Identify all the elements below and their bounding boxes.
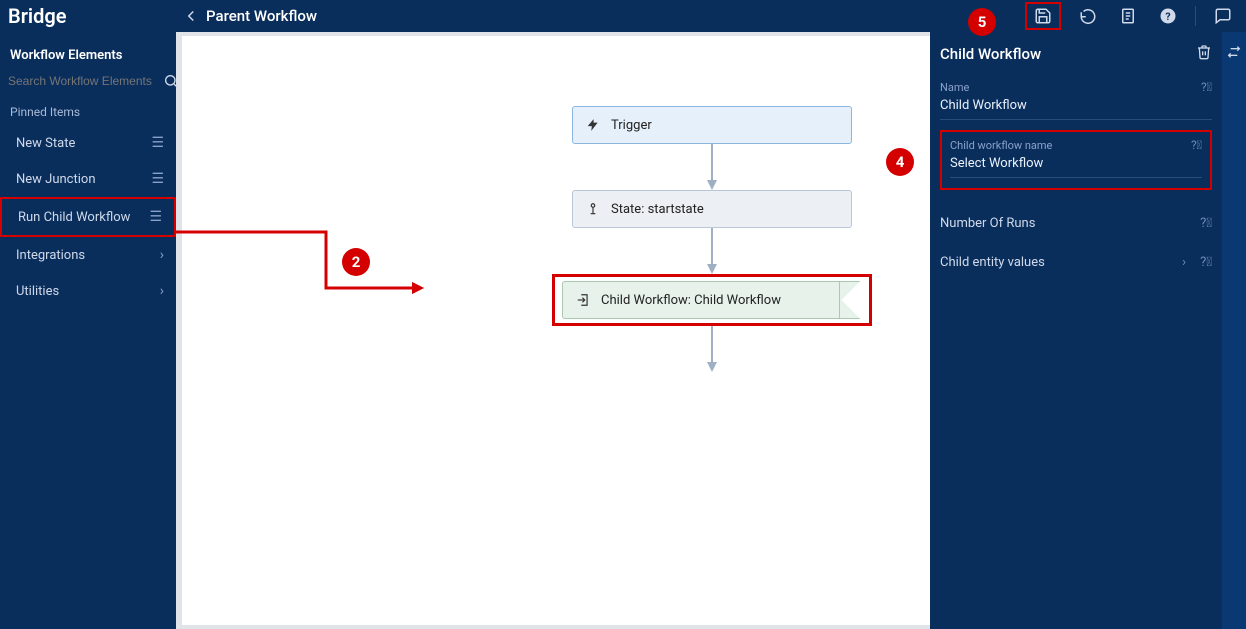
help-icon: ? xyxy=(1159,7,1177,25)
field-number-of-runs[interactable]: Number Of Runs ?⃝ xyxy=(940,204,1212,243)
comment-icon xyxy=(1214,7,1232,25)
divider xyxy=(1195,6,1196,26)
swap-icon xyxy=(1226,44,1242,60)
pinned-heading: Pinned Items xyxy=(0,99,176,125)
chevron-right-icon: › xyxy=(160,247,164,263)
sidebar-item-label: New Junction xyxy=(16,172,96,187)
svg-text:?: ? xyxy=(1165,10,1170,23)
search-icon[interactable] xyxy=(163,73,179,89)
field-child-entity-values[interactable]: Child entity values › ?⃝ xyxy=(940,243,1212,282)
help-icon[interactable]: ?⃝ xyxy=(1200,216,1212,231)
right-panel: Child Workflow Name ?⃝ Child Workflow Ch… xyxy=(930,32,1222,629)
arrow-left-icon xyxy=(182,7,200,25)
page-title: Parent Workflow xyxy=(206,7,317,25)
save-button[interactable] xyxy=(1025,2,1061,30)
drag-icon: ☰ xyxy=(151,135,164,151)
help-icon[interactable]: ?⃝ xyxy=(1201,80,1212,94)
delete-button[interactable] xyxy=(1196,44,1212,64)
help-icon[interactable]: ?⃝ xyxy=(1191,138,1202,152)
document-icon xyxy=(1119,7,1137,25)
enter-icon xyxy=(575,292,591,308)
sidebar-item-label: Run Child Workflow xyxy=(18,210,130,225)
panel-title: Child Workflow xyxy=(940,45,1041,63)
connector xyxy=(552,326,872,372)
right-strip[interactable] xyxy=(1222,32,1246,629)
drag-icon: ☰ xyxy=(151,171,164,187)
sidebar-item-new-state[interactable]: New State ☰ xyxy=(0,125,176,161)
child-workflow-select[interactable]: Select Workflow xyxy=(950,152,1202,178)
undo-button[interactable] xyxy=(1075,3,1101,29)
node-label: State: startstate xyxy=(611,202,704,217)
name-input[interactable]: Child Workflow xyxy=(940,94,1212,120)
help-icon[interactable]: ?⃝ xyxy=(1200,255,1212,270)
left-sidebar: Workflow Elements Pinned Items New State… xyxy=(0,32,176,629)
annotation-highlight-node: Child Workflow: Child Workflow xyxy=(552,274,872,326)
node-child-workflow[interactable]: Child Workflow: Child Workflow xyxy=(562,281,862,319)
sidebar-item-integrations[interactable]: Integrations › xyxy=(0,237,176,273)
field-label: Name xyxy=(940,81,969,94)
bolt-icon xyxy=(585,117,601,133)
node-state[interactable]: State: startstate xyxy=(572,190,852,228)
connector xyxy=(552,144,872,190)
node-trigger[interactable]: Trigger xyxy=(572,106,852,144)
chevron-right-icon: › xyxy=(1182,255,1186,270)
log-button[interactable] xyxy=(1115,3,1141,29)
callout-4: 4 xyxy=(886,148,914,176)
sidebar-item-utilities[interactable]: Utilities › xyxy=(0,273,176,309)
app-brand: Bridge xyxy=(0,4,176,28)
undo-icon xyxy=(1079,7,1097,25)
callout-2: 2 xyxy=(342,248,370,276)
back-button[interactable] xyxy=(176,7,206,25)
save-icon xyxy=(1034,7,1052,25)
chevron-right-icon: › xyxy=(160,283,164,299)
field-name: Name ?⃝ Child Workflow xyxy=(940,80,1212,120)
field-label: Number Of Runs xyxy=(940,216,1035,231)
connector xyxy=(552,228,872,274)
sidebar-item-label: Utilities xyxy=(16,284,59,299)
annotation-arrow xyxy=(176,220,436,300)
trash-icon xyxy=(1196,44,1212,60)
sidebar-item-label: Integrations xyxy=(16,248,85,263)
help-button[interactable]: ? xyxy=(1155,3,1181,29)
search-input[interactable] xyxy=(8,74,163,88)
callout-5: 5 xyxy=(968,8,996,36)
drag-icon: ☰ xyxy=(149,209,162,225)
sidebar-item-label: New State xyxy=(16,136,75,151)
sidebar-heading: Workflow Elements xyxy=(0,42,176,73)
sidebar-item-run-child-workflow[interactable]: Run Child Workflow ☰ xyxy=(0,197,176,237)
node-label: Trigger xyxy=(611,118,652,133)
node-label: Child Workflow: Child Workflow xyxy=(601,293,781,308)
comment-button[interactable] xyxy=(1210,3,1236,29)
field-label: Child entity values xyxy=(940,255,1045,270)
field-label: Child workflow name xyxy=(950,139,1052,152)
sidebar-item-new-junction[interactable]: New Junction ☰ xyxy=(0,161,176,197)
state-icon xyxy=(585,201,601,217)
field-child-workflow-name: Child workflow name ?⃝ Select Workflow xyxy=(940,130,1212,190)
